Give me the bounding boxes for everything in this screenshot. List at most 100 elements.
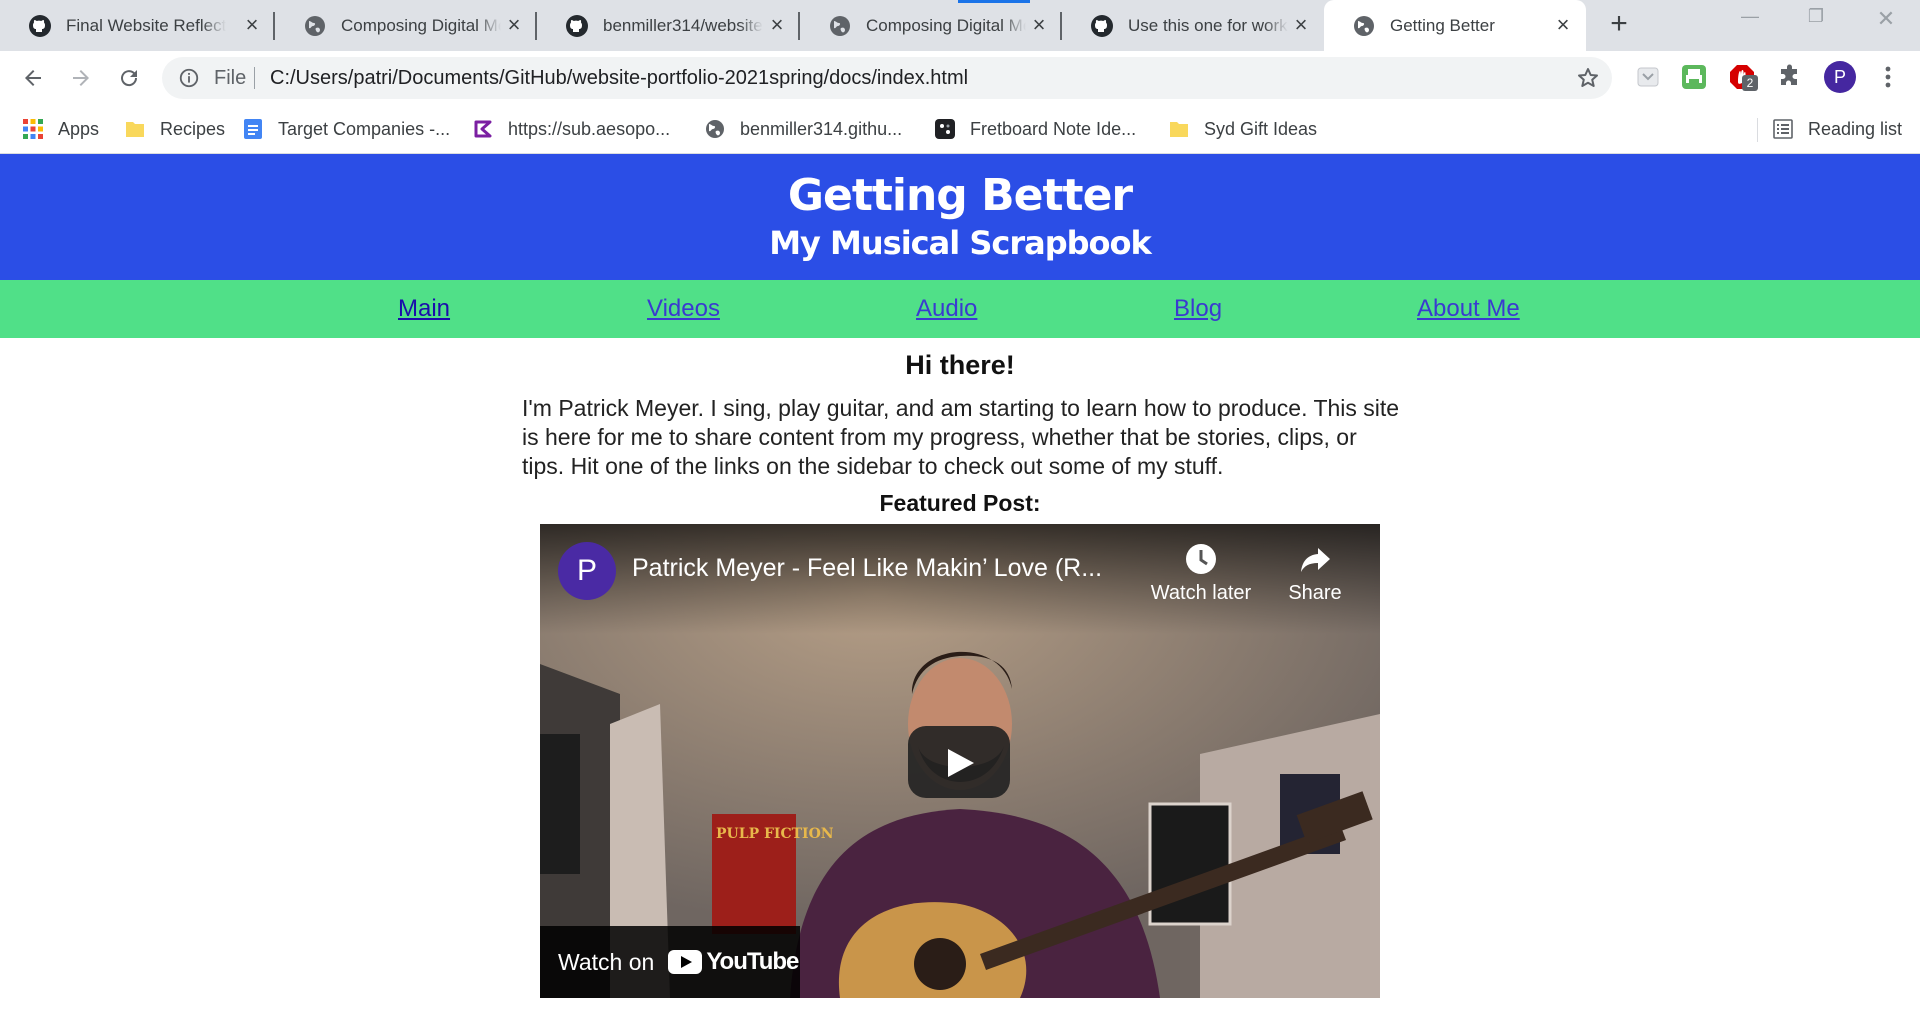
tab-use-this-one-for-work[interactable]: Use this one for work × <box>1062 0 1324 51</box>
site-subtitle: My Musical Scrapbook <box>769 224 1152 262</box>
bookmark-syd-gift-ideas[interactable]: Syd Gift Ideas <box>1168 104 1317 154</box>
reading-list-icon <box>1773 119 1793 139</box>
extensions-puzzle-icon[interactable] <box>1776 63 1804 91</box>
poster-text: PULP FICTION <box>716 826 834 842</box>
site-title: Getting Better <box>787 170 1133 221</box>
watch-later-label: Watch later <box>1150 582 1252 604</box>
bookmark-label: Syd Gift Ideas <box>1204 118 1318 139</box>
tab-title: Use this one for work <box>1128 15 1288 35</box>
docs-icon <box>244 119 262 139</box>
bookmarks-bar: Apps Recipes Target Companies -... https… <box>0 104 1920 154</box>
youtube-embed[interactable]: PULP FICTION P Patrick Meyer - Feel Like… <box>540 524 1380 998</box>
nav-link-main[interactable]: Main <box>398 280 450 338</box>
tab-composing-digital-media-2[interactable]: Composing Digital Media × <box>800 0 1062 51</box>
bookmark-apps[interactable]: Apps <box>22 104 99 154</box>
folder-icon <box>1170 122 1188 137</box>
forward-button[interactable] <box>64 61 98 95</box>
bookmark-target-companies[interactable]: Target Companies -... <box>242 104 450 154</box>
greeting-heading: Hi there! <box>905 350 1015 380</box>
intro-paragraph: I'm Patrick Meyer. I sing, play guitar, … <box>522 395 1400 479</box>
browser-toolbar: File C:/Users/patri/Documents/GitHub/web… <box>0 51 1920 104</box>
nav-link-blog[interactable]: Blog <box>1174 280 1222 338</box>
share-label: Share <box>1288 582 1342 604</box>
minimize-button[interactable]: — <box>1720 6 1780 40</box>
info-icon[interactable] <box>178 67 200 89</box>
restore-button[interactable]: ❐ <box>1786 6 1846 40</box>
tab-strip: Final Website Reflection × Composing Dig… <box>0 0 1920 51</box>
youtube-play-icon <box>668 950 703 974</box>
extension-badge: 2 <box>1742 75 1758 91</box>
aesop-icon <box>474 120 492 138</box>
close-tab-icon[interactable]: × <box>766 14 788 36</box>
bookmark-label: Recipes <box>160 118 226 139</box>
nav-link-audio[interactable]: Audio <box>916 280 977 338</box>
profile-avatar[interactable]: P <box>1824 61 1856 93</box>
globe-icon <box>1354 15 1374 36</box>
tab-composing-digital-media-1[interactable]: Composing Digital Media × <box>275 0 537 51</box>
share-button[interactable]: Share <box>1260 542 1370 605</box>
youtube-logo: YouTube <box>668 948 799 976</box>
url-divider <box>254 67 255 89</box>
new-tab-button[interactable]: + <box>1604 9 1634 40</box>
print-extension-icon[interactable] <box>1680 63 1708 91</box>
url-scheme-label: File <box>214 67 247 89</box>
apps-grid-icon <box>23 119 43 139</box>
adblock-extension[interactable]: 2 <box>1728 63 1758 91</box>
tab-title: Getting Better <box>1390 15 1495 35</box>
github-icon <box>29 14 51 37</box>
watch-on-label: Watch on <box>558 948 655 975</box>
reading-list-button[interactable]: Reading list <box>1772 104 1902 154</box>
nav-link-about-me[interactable]: About Me <box>1417 280 1520 338</box>
github-icon <box>566 14 588 37</box>
featured-post-heading: Featured Post: <box>879 490 1041 516</box>
site-header: Getting Better My Musical Scrapbook <box>0 154 1920 280</box>
tab-final-website-reflection[interactable]: Final Website Reflection × <box>0 0 275 51</box>
more-vertical-icon[interactable] <box>1876 63 1900 91</box>
pocket-extension-icon[interactable] <box>1634 63 1662 91</box>
bookmark-star-icon[interactable] <box>1576 66 1600 90</box>
play-button[interactable] <box>908 726 1010 798</box>
tab-benmiller314-website[interactable]: benmiller314/website × <box>537 0 800 51</box>
tab-title: benmiller314/website <box>603 15 763 35</box>
github-icon <box>1091 14 1113 37</box>
bookmark-recipes[interactable]: Recipes <box>124 104 225 154</box>
clock-icon <box>1186 544 1216 574</box>
nav-link-videos[interactable]: Videos <box>647 280 720 338</box>
channel-avatar[interactable]: P <box>558 542 616 600</box>
share-arrow-icon <box>1301 548 1330 572</box>
tab-title: Final Website Reflection <box>66 15 226 35</box>
close-tab-icon[interactable]: × <box>1028 14 1050 36</box>
close-tab-icon[interactable]: × <box>1552 14 1574 36</box>
close-tab-icon[interactable]: × <box>1290 14 1312 36</box>
url-text[interactable]: C:/Users/patri/Documents/GitHub/website-… <box>270 57 968 99</box>
watch-on-youtube-button[interactable]: Watch on YouTube <box>540 926 800 998</box>
reading-list-divider <box>1757 118 1758 142</box>
bookmark-label: benmiller314.githu... <box>740 118 903 139</box>
folder-icon <box>126 122 144 137</box>
bookmark-aesop[interactable]: https://sub.aesopo... <box>472 104 670 154</box>
site-nav: Main Videos Audio Blog About Me <box>0 280 1920 338</box>
globe-icon <box>830 15 850 36</box>
address-bar[interactable]: File C:/Users/patri/Documents/GitHub/web… <box>162 57 1612 99</box>
bookmark-benmiller314-github[interactable]: benmiller314.githu... <box>704 104 902 154</box>
watch-later-button[interactable]: Watch later <box>1146 542 1256 605</box>
tab-getting-better[interactable]: Getting Better × <box>1324 0 1586 51</box>
video-title[interactable]: Patrick Meyer - Feel Like Makin’ Love (R… <box>632 554 1102 583</box>
bookmark-fretboard[interactable]: Fretboard Note Ide... <box>934 104 1136 154</box>
globe-icon <box>706 120 724 138</box>
youtube-wordmark: YouTube <box>706 948 799 975</box>
reload-icon <box>121 70 138 87</box>
close-window-button[interactable]: ✕ <box>1856 6 1916 40</box>
back-button[interactable] <box>16 61 50 95</box>
bookmark-label: Target Companies -... <box>278 118 451 139</box>
reading-list-label: Reading list <box>1808 118 1903 139</box>
reload-button[interactable] <box>112 61 146 95</box>
fretboard-icon <box>935 119 955 139</box>
close-tab-icon[interactable]: × <box>503 14 525 36</box>
tab-title: Composing Digital Media <box>341 15 501 35</box>
globe-icon <box>305 15 325 36</box>
arrow-left-icon <box>25 70 41 86</box>
close-tab-icon[interactable]: × <box>241 14 263 36</box>
arrow-right-icon <box>73 70 89 86</box>
web-page: Getting Better My Musical Scrapbook Main… <box>0 154 1920 1020</box>
